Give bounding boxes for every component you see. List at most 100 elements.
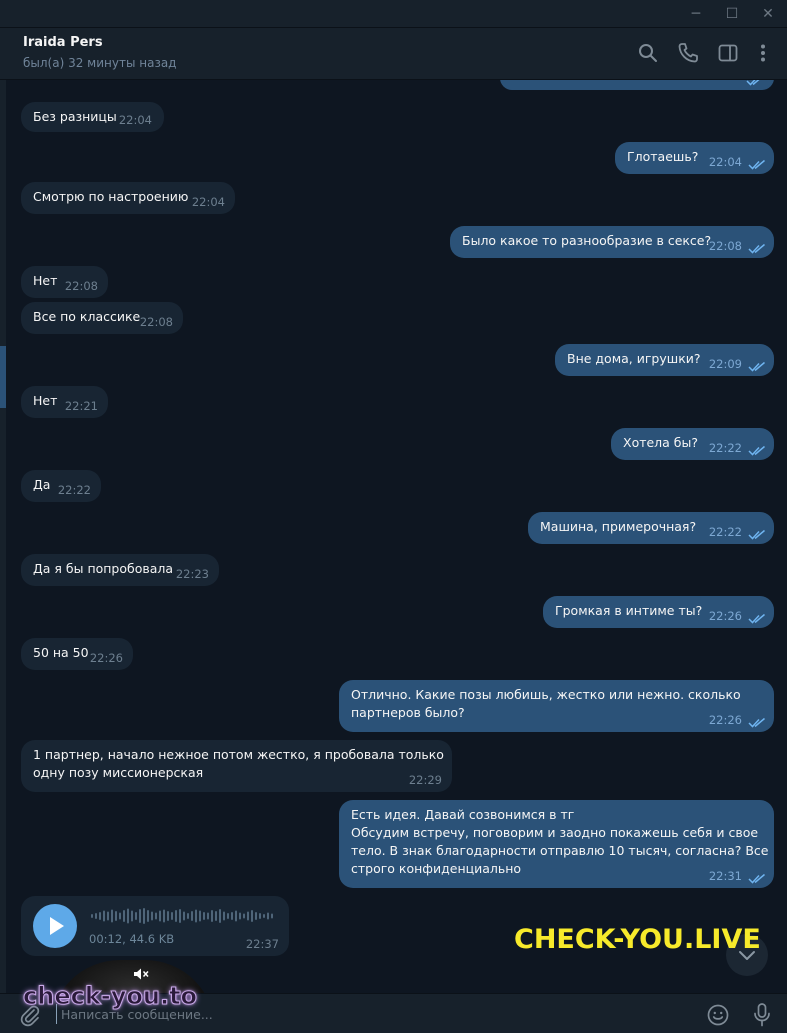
message-bubble[interactable]: 1 партнер, начало нежное потом жестко, я… <box>21 740 452 792</box>
read-checkmarks-icon <box>748 613 765 624</box>
watermark-check-you-live: CHECK-YOU.LIVE <box>514 924 761 955</box>
waveform-bar <box>247 911 249 921</box>
waveform-bar <box>171 912 173 920</box>
contact-name[interactable]: Iraida Pers <box>23 35 103 50</box>
more-vertical-icon[interactable] <box>751 41 775 65</box>
waveform-bar <box>271 913 273 919</box>
message-bubble[interactable]: Нет 22:08 <box>21 266 108 298</box>
waveform-bar <box>115 911 117 921</box>
message-partial[interactable] <box>500 80 774 90</box>
message-text: Нет <box>33 393 58 408</box>
message-time: 22:29 <box>408 773 442 787</box>
message-text: Отлично. Какие позы любишь, жестко или н… <box>351 687 741 720</box>
phone-icon[interactable] <box>676 41 700 65</box>
message-list[interactable]: Без разницы 22:04 Глотаешь? 22:04 Смотрю… <box>6 80 787 993</box>
message-bubble[interactable]: 50 на 50 22:26 <box>21 638 133 670</box>
waveform-bar <box>155 912 157 920</box>
message-bubble[interactable]: Машина, примерочная? 22:22 <box>528 512 774 544</box>
message-time: 22:08 <box>708 239 742 253</box>
waveform-bar <box>191 911 193 921</box>
waveform-bar <box>203 912 205 920</box>
waveform-bar <box>163 909 165 923</box>
waveform-bar <box>255 912 257 920</box>
message-time: 22:08 <box>64 279 98 293</box>
waveform-bar <box>215 911 217 921</box>
message-time: 22:09 <box>708 357 742 371</box>
waveform-bar <box>147 910 149 922</box>
message-bubble[interactable]: Глотаешь? 22:04 <box>615 142 774 174</box>
play-button[interactable] <box>33 904 77 948</box>
message-time: 22:04 <box>118 113 152 127</box>
message-bubble[interactable]: Было какое то разнообразие в сексе? 22:0… <box>450 226 774 258</box>
message-time: 22:37 <box>245 937 279 951</box>
voice-waveform[interactable] <box>89 906 279 926</box>
message-bubble[interactable]: Смотрю по настроению 22:04 <box>21 182 235 214</box>
side-panel-icon[interactable] <box>716 41 740 65</box>
message-time: 22:08 <box>139 315 173 329</box>
message-time: 22:04 <box>708 155 742 169</box>
message-text: Громкая в интиме ты? <box>555 603 703 618</box>
muted-speaker-icon <box>134 968 149 980</box>
waveform-bar <box>227 913 229 919</box>
message-bubble[interactable]: Да 22:22 <box>21 470 101 502</box>
message-text: Глотаешь? <box>627 149 699 164</box>
message-text: Нет <box>33 273 58 288</box>
waveform-bar <box>219 909 221 923</box>
message-time: 22:31 <box>708 869 742 883</box>
close-icon[interactable]: ✕ <box>758 4 778 24</box>
read-checkmarks-icon <box>748 529 765 540</box>
minimize-icon[interactable]: ─ <box>686 4 706 24</box>
contact-status: был(а) 32 минуты назад <box>23 56 177 70</box>
message-time: 22:23 <box>175 567 209 581</box>
message-text: 1 партнер, начало нежное потом жестко, я… <box>33 747 444 780</box>
read-checkmarks-icon <box>748 361 765 372</box>
waveform-bar <box>151 911 153 921</box>
read-checkmarks-icon <box>748 717 765 728</box>
maximize-icon[interactable]: ☐ <box>722 4 742 24</box>
message-text: Есть идея. Давай созвонимся в тг Обсудим… <box>351 807 769 876</box>
message-bubble[interactable]: Все по классике 22:08 <box>21 302 183 334</box>
voice-duration-size: 00:12, 44.6 KB <box>89 932 175 946</box>
waveform-bar <box>199 910 201 922</box>
waveform-bar <box>143 908 145 924</box>
message-bubble[interactable]: Громкая в интиме ты? 22:26 <box>543 596 774 628</box>
message-bubble[interactable]: Без разницы 22:04 <box>21 102 164 132</box>
message-text: Было какое то разнообразие в сексе? <box>462 233 712 248</box>
microphone-icon[interactable] <box>750 1002 774 1028</box>
message-text: Все по классике <box>33 309 141 324</box>
message-bubble[interactable]: Вне дома, игрушки? 22:09 <box>555 344 774 376</box>
message-text: Машина, примерочная? <box>540 519 697 534</box>
read-checkmarks-icon <box>748 445 765 456</box>
waveform-bar <box>139 909 141 923</box>
message-text: Без разницы <box>33 109 117 124</box>
waveform-bar <box>211 910 213 922</box>
emoji-icon[interactable] <box>706 1003 730 1027</box>
message-bubble[interactable]: Да я бы попробовала 22:23 <box>21 554 219 586</box>
message-text: Вне дома, игрушки? <box>567 351 701 366</box>
waveform-bar <box>107 911 109 921</box>
waveform-bar <box>231 912 233 920</box>
waveform-bar <box>195 909 197 923</box>
waveform-bar <box>91 914 93 918</box>
message-time: 22:04 <box>191 195 225 209</box>
message-bubble[interactable]: Хотела бы? 22:22 <box>611 428 774 460</box>
waveform-bar <box>123 910 125 922</box>
chat-header: Iraida Pers был(а) 32 минуты назад <box>0 28 787 80</box>
read-checkmarks-icon <box>748 243 765 254</box>
message-bubble[interactable]: Нет 22:21 <box>21 386 108 418</box>
waveform-bar <box>119 912 121 920</box>
search-icon[interactable] <box>636 41 660 65</box>
message-bubble[interactable]: Отлично. Какие позы любишь, жестко или н… <box>339 680 774 732</box>
waveform-bar <box>159 910 161 922</box>
waveform-bar <box>183 911 185 921</box>
message-text: 50 на 50 <box>33 645 89 660</box>
waveform-bar <box>179 909 181 923</box>
waveform-bar <box>243 913 245 919</box>
read-checkmarks-icon <box>748 159 765 170</box>
waveform-bar <box>267 912 269 920</box>
voice-message[interactable]: 00:12, 44.6 KB 22:37 <box>21 896 289 956</box>
message-time: 22:22 <box>708 525 742 539</box>
waveform-bar <box>95 913 97 919</box>
message-bubble[interactable]: Есть идея. Давай созвонимся в тг Обсудим… <box>339 800 774 888</box>
waveform-bar <box>99 912 101 920</box>
